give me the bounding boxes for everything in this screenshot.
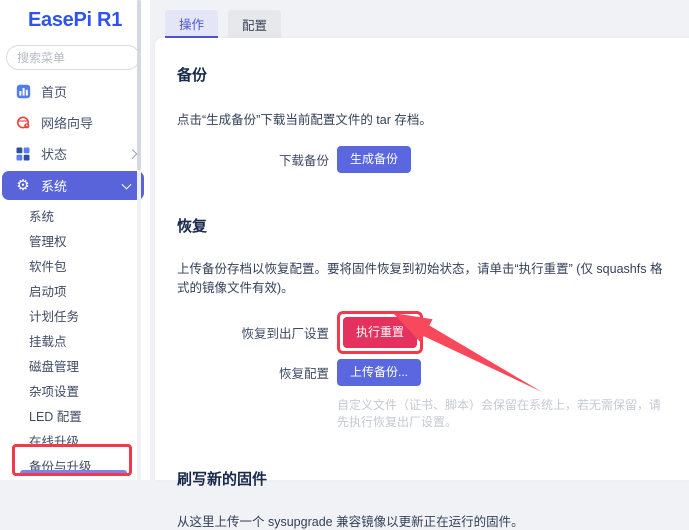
perform-reset-button[interactable]: 执行重置 <box>343 317 417 348</box>
submenu-item-scheduled-tasks[interactable]: 计划任务 <box>0 303 150 328</box>
generate-backup-button[interactable]: 生成备份 <box>337 146 411 173</box>
restore-config-label: 恢复配置 <box>177 363 329 382</box>
submenu-item-mount-points[interactable]: 挂载点 <box>0 328 150 353</box>
tab-actions[interactable]: 操作 <box>165 10 218 38</box>
factory-reset-label: 恢复到出厂设置 <box>177 323 329 342</box>
restore-config-row: 恢复配置 上传备份... <box>177 359 669 386</box>
system-submenu: 系统 管理权 软件包 启动项 计划任务 挂载点 磁盘管理 杂项设置 LED 配置… <box>0 203 150 478</box>
sidebar-item-system[interactable]: ⚙ 系统 <box>2 171 144 200</box>
submenu-item-misc-settings[interactable]: 杂项设置 <box>0 378 150 403</box>
section-title-flash-firmware: 刷写新的固件 <box>177 468 669 489</box>
submenu-item-online-upgrade[interactable]: 在线升级 <box>0 428 150 453</box>
annotation-box-perform-reset: 执行重置 <box>337 311 423 354</box>
submenu-item-backup-upgrade[interactable]: 备份与升级 <box>0 453 150 478</box>
globe-pin-icon <box>15 115 31 131</box>
sidebar-item-home[interactable]: 首页 <box>0 76 150 107</box>
tab-bar: 操作 配置 <box>165 10 281 38</box>
app-logo: EasePi R1 <box>0 9 150 32</box>
content-card: 备份 点击“生成备份”下载当前配置文件的 tar 存档。 下载备份 生成备份 恢… <box>155 38 689 480</box>
submenu-item-system[interactable]: 系统 <box>0 203 150 228</box>
submenu-item-admin[interactable]: 管理权 <box>0 228 150 253</box>
section-title-backup: 备份 <box>177 64 669 85</box>
sidebar-item-status[interactable]: 状态 <box>0 138 150 169</box>
download-backup-label: 下载备份 <box>177 150 329 169</box>
upload-backup-button[interactable]: 上传备份... <box>337 359 421 386</box>
submenu-item-led-config[interactable]: LED 配置 <box>0 403 150 428</box>
dashboard-icon <box>15 84 31 100</box>
sidebar-item-label: 网络向导 <box>41 113 93 132</box>
factory-reset-row: 恢复到出厂设置 执行重置 <box>177 311 669 354</box>
sidebar-scrollbar-thumb[interactable] <box>137 0 141 170</box>
custom-files-hint: 自定义文件（证书、脚本）会保留在系统上，若无需保留，请先执行恢复出厂设置。 <box>337 396 669 430</box>
gear-icon: ⚙ <box>15 178 31 194</box>
grid-icon <box>15 146 31 162</box>
download-backup-row: 下载备份 生成备份 <box>177 146 669 173</box>
chevron-right-icon <box>128 149 138 159</box>
chevron-down-icon <box>122 179 132 189</box>
section-desc-flash-firmware: 从这里上传一个 sysupgrade 兼容镜像以更新正在运行的固件。 <box>177 511 669 530</box>
sidebar-item-label: 状态 <box>41 144 67 163</box>
section-desc-restore: 上传备份存档以恢复配置。要将固件恢复到初始状态，请单击“执行重置” (仅 squ… <box>177 258 669 296</box>
section-desc-backup: 点击“生成备份”下载当前配置文件的 tar 存档。 <box>177 109 669 128</box>
submenu-item-startup[interactable]: 启动项 <box>0 278 150 303</box>
sidebar: EasePi R1 首页 <box>0 0 150 480</box>
section-title-restore: 恢复 <box>177 215 669 236</box>
tab-configuration[interactable]: 配置 <box>228 10 281 38</box>
sidebar-nav: 首页 网络向导 <box>0 76 150 478</box>
sidebar-item-label: 系统 <box>41 176 67 195</box>
sidebar-item-network-wizard[interactable]: 网络向导 <box>0 107 150 138</box>
sidebar-item-label: 首页 <box>41 82 67 101</box>
app-window: EasePi R1 首页 <box>0 0 689 480</box>
active-item-indicator <box>20 470 127 474</box>
submenu-item-packages[interactable]: 软件包 <box>0 253 150 278</box>
search-input[interactable] <box>6 45 140 70</box>
submenu-item-disk-management[interactable]: 磁盘管理 <box>0 353 150 378</box>
